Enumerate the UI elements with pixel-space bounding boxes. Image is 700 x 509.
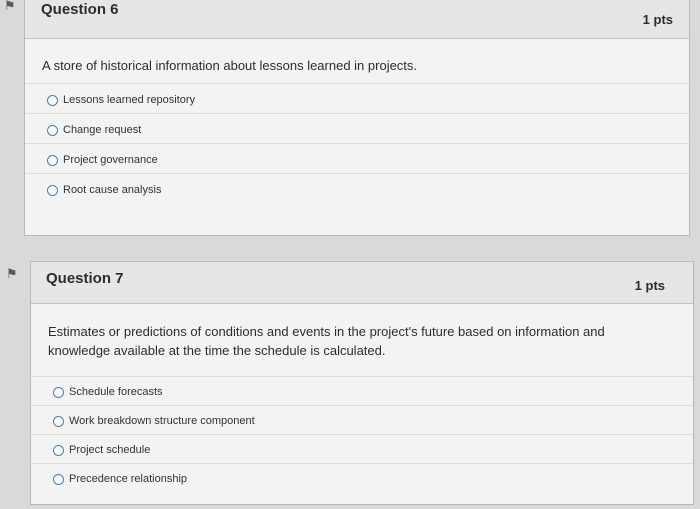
question-points: 1 pts bbox=[634, 278, 665, 293]
radio-button[interactable] bbox=[47, 95, 58, 106]
question-7-card: Question 7 1 pts Estimates or prediction… bbox=[30, 261, 694, 505]
answer-option[interactable]: Work breakdown structure component bbox=[31, 405, 693, 434]
question-title: Question 6 bbox=[41, 1, 119, 18]
answer-option[interactable]: Root cause analysis bbox=[25, 173, 689, 203]
question-6-card: Question 6 1 pts A store of historical i… bbox=[24, 0, 690, 236]
question-7-header: Question 7 1 pts bbox=[31, 262, 693, 304]
answer-option[interactable]: Project governance bbox=[25, 143, 689, 173]
question-points: 1 pts bbox=[642, 12, 673, 27]
answer-option[interactable]: Schedule forecasts bbox=[31, 376, 693, 405]
radio-button[interactable] bbox=[53, 387, 64, 398]
answer-label[interactable]: Precedence relationship bbox=[69, 473, 187, 485]
question-6-header: Question 6 1 pts bbox=[25, 0, 689, 39]
answer-label[interactable]: Project schedule bbox=[69, 444, 150, 456]
answer-option[interactable]: Lessons learned repository bbox=[25, 83, 689, 113]
radio-button[interactable] bbox=[53, 416, 64, 427]
answer-label[interactable]: Lessons learned repository bbox=[63, 94, 195, 106]
answer-label[interactable]: Root cause analysis bbox=[63, 184, 161, 196]
flag-icon[interactable]: ⚑ bbox=[4, 0, 24, 14]
radio-button[interactable] bbox=[47, 185, 58, 196]
question-text: Estimates or predictions of conditions a… bbox=[48, 324, 605, 358]
question-title: Question 7 bbox=[46, 270, 124, 287]
radio-button[interactable] bbox=[47, 125, 58, 136]
answer-label[interactable]: Schedule forecasts bbox=[69, 386, 163, 398]
answer-label[interactable]: Project governance bbox=[63, 154, 158, 166]
answer-option[interactable]: Precedence relationship bbox=[31, 463, 693, 492]
radio-button[interactable] bbox=[47, 155, 58, 166]
flag-icon[interactable]: ⚑ bbox=[6, 268, 26, 282]
question-text: A store of historical information about … bbox=[42, 58, 418, 73]
answer-label[interactable]: Change request bbox=[63, 124, 141, 136]
radio-button[interactable] bbox=[53, 474, 64, 485]
answer-label[interactable]: Work breakdown structure component bbox=[69, 415, 255, 427]
answer-option[interactable]: Project schedule bbox=[31, 434, 693, 463]
answer-option[interactable]: Change request bbox=[25, 113, 689, 143]
radio-button[interactable] bbox=[53, 445, 64, 456]
